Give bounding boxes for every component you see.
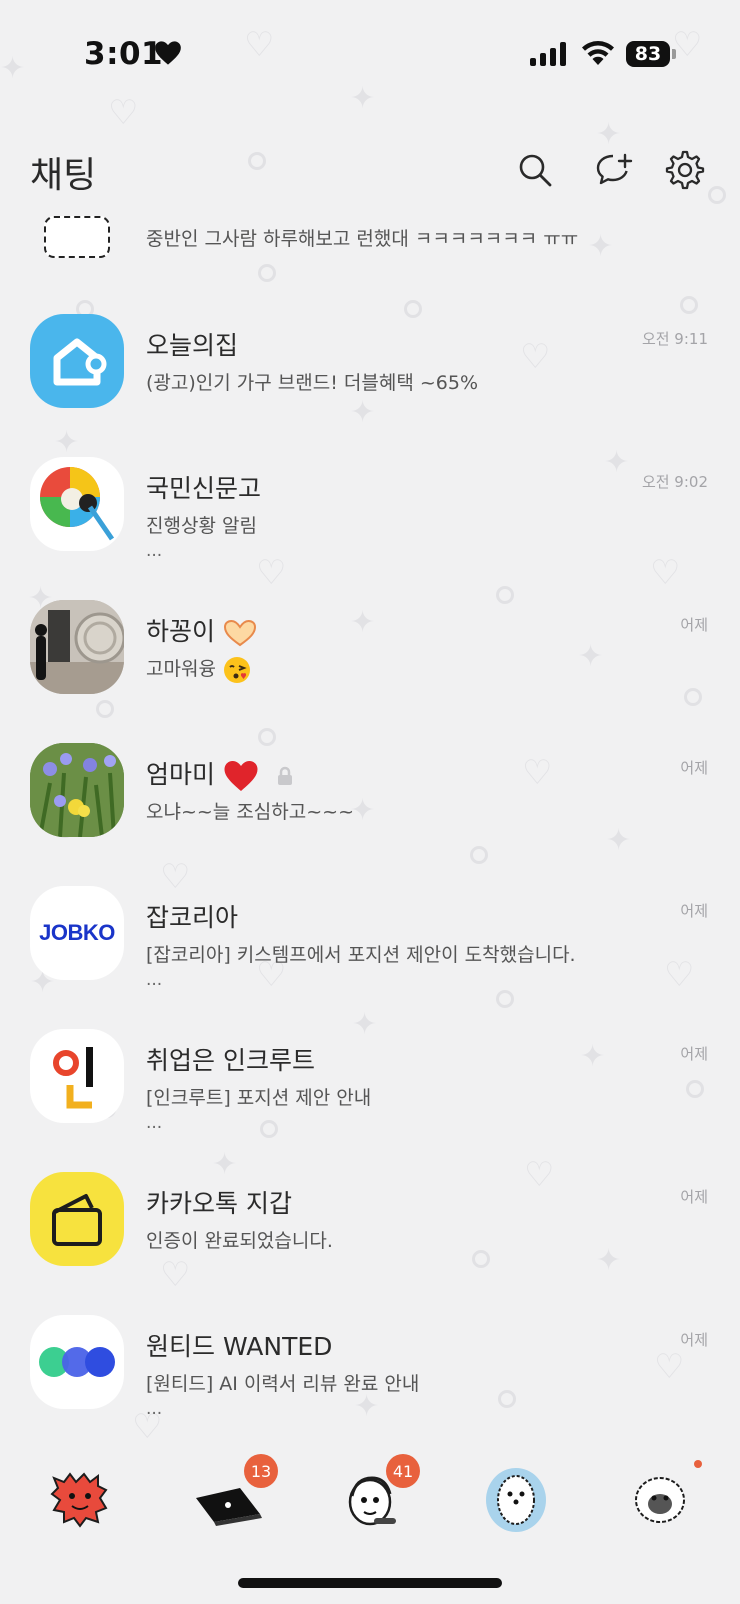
chat-preview-more: ...	[146, 541, 163, 561]
heart-icon	[155, 41, 181, 65]
chat-row[interactable]: JOBKO 잡코리아 [잡코리아] 키스템프에서 포지션 제안이 도착했습니다.…	[0, 862, 740, 1005]
chat-avatar	[30, 600, 124, 694]
chat-row[interactable]: 오늘의집 (광고)인기 가구 브랜드! 더블혜택 ~65% 오전 9:11	[0, 290, 740, 433]
chat-name: 취업은 인크루트	[146, 1046, 315, 1075]
battery-indicator: 83	[626, 41, 670, 67]
page-title: 채팅	[30, 155, 97, 196]
chat-time: 어제	[680, 1331, 708, 1349]
chat-name: 오늘의집	[146, 331, 239, 360]
chat-preview: [인크루트] 포지션 제안 안내	[146, 1087, 372, 1109]
hedgehog-more-icon	[635, 1477, 685, 1523]
incruit-logo-icon	[53, 1047, 93, 1109]
settings-icon[interactable]	[665, 150, 705, 190]
chat-list: 오늘의집 (광고)인기 가구 브랜드! 더블혜택 ~65% 오전 9:11 국민…	[0, 290, 740, 1434]
chat-time: 어제	[680, 1045, 708, 1063]
chat-preview: 중반인 그사람 하루해보고 런했대 ㅋㅋㅋㅋㅋㅋㅋ ㅠㅠ	[146, 228, 579, 250]
chat-avatar	[30, 314, 124, 408]
lock-icon	[277, 766, 292, 785]
tab-openchat[interactable]: 41	[338, 1454, 420, 1538]
chat-time: 어제	[680, 902, 708, 920]
chat-preview-more: ...	[146, 1399, 163, 1419]
wanted-logo-icon	[39, 1347, 115, 1377]
chat-name: 하꽁이	[146, 612, 257, 648]
chat-preview-more: ...	[146, 970, 163, 990]
fluffy-dog-shopping-icon	[486, 1468, 546, 1532]
tab-friends[interactable]	[40, 1458, 120, 1538]
chat-preview-more: ...	[146, 1113, 163, 1133]
chat-avatar	[30, 1029, 124, 1123]
red-heart-emoji-icon	[224, 761, 258, 791]
chat-avatar	[44, 216, 110, 258]
chat-time: 오전 9:11	[641, 330, 708, 348]
status-bar: 3:01 83	[0, 0, 740, 110]
epeople-logo-icon	[40, 467, 115, 541]
status-time: 3:01	[84, 36, 164, 72]
chat-name: 엄마미	[146, 755, 297, 793]
chat-row[interactable]: 엄마미 오냐~~늘 조심하고~~~ 어제	[0, 719, 740, 862]
chat-name: 국민신문고	[146, 474, 262, 503]
chat-row[interactable]: 취업은 인크루트 [인크루트] 포지션 제안 안내 ... 어제	[0, 1005, 740, 1148]
chat-preview: 고마워융	[146, 654, 252, 685]
chat-preview: [잡코리아] 키스템프에서 포지션 제안이 도착했습니다.	[146, 944, 576, 966]
chat-time: 어제	[680, 759, 708, 777]
chat-row[interactable]: 국민신문고 진행상황 알림 ... 오전 9:02	[0, 433, 740, 576]
wallet-icon	[52, 1194, 102, 1246]
tab-shopping[interactable]	[476, 1458, 556, 1538]
search-icon[interactable]	[515, 150, 555, 190]
chat-preview: (광고)인기 가구 브랜드! 더블혜택 ~65%	[146, 372, 478, 394]
chat-preview: [원티드] AI 이력서 리뷰 완료 안내	[146, 1373, 420, 1395]
chat-name: 잡코리아	[146, 903, 239, 932]
new-chat-icon[interactable]	[594, 150, 634, 190]
chat-avatar	[30, 1315, 124, 1409]
openchat-badge: 41	[386, 1454, 420, 1488]
chat-row[interactable]: 카카오톡 지갑 인증이 완료되었습니다. 어제	[0, 1148, 740, 1291]
chat-row-partial[interactable]: 중반인 그사람 하루해보고 런했대 ㅋㅋㅋㅋㅋㅋㅋ ㅠㅠ	[0, 210, 740, 260]
heart-hands-emoji-icon	[223, 619, 256, 647]
chat-preview: 오냐~~늘 조심하고~~~	[146, 801, 354, 823]
chat-avatar: JOBKO	[30, 886, 124, 980]
gallery-photo-icon	[30, 600, 124, 694]
chat-row[interactable]: 원티드 WANTED [원티드] AI 이력서 리뷰 완료 안내 ... 어제	[0, 1291, 740, 1434]
chat-time: 오전 9:02	[641, 473, 708, 491]
jobkorea-logo: JOBKO	[39, 920, 115, 945]
cellular-signal-icon	[530, 42, 566, 66]
chats-badge: 13	[244, 1454, 278, 1488]
red-monster-friends-icon	[50, 1472, 108, 1528]
chat-time: 어제	[680, 1188, 708, 1206]
chat-avatar	[30, 743, 124, 837]
chat-preview: 진행상황 알림	[146, 515, 257, 537]
home-indicator	[238, 1578, 502, 1588]
tab-chats[interactable]: 13	[190, 1454, 278, 1538]
notification-dot	[694, 1460, 702, 1468]
chat-row[interactable]: 하꽁이 고마워융 어제	[0, 576, 740, 719]
wifi-icon	[582, 41, 614, 65]
house-logo-icon	[53, 338, 107, 386]
chat-time: 어제	[680, 616, 708, 634]
chat-preview: 인증이 완료되었습니다.	[146, 1230, 333, 1252]
chat-name: 원티드 WANTED	[146, 1332, 333, 1361]
flowers-photo-icon	[30, 743, 124, 837]
chat-avatar	[30, 457, 124, 551]
bottom-tab-bar: 13 41	[0, 1440, 740, 1550]
chat-name: 카카오톡 지갑	[146, 1189, 292, 1218]
tab-more[interactable]	[626, 1458, 706, 1538]
battery-tip	[672, 49, 676, 59]
kissing-face-emoji-icon	[223, 656, 250, 683]
chat-avatar	[30, 1172, 124, 1266]
